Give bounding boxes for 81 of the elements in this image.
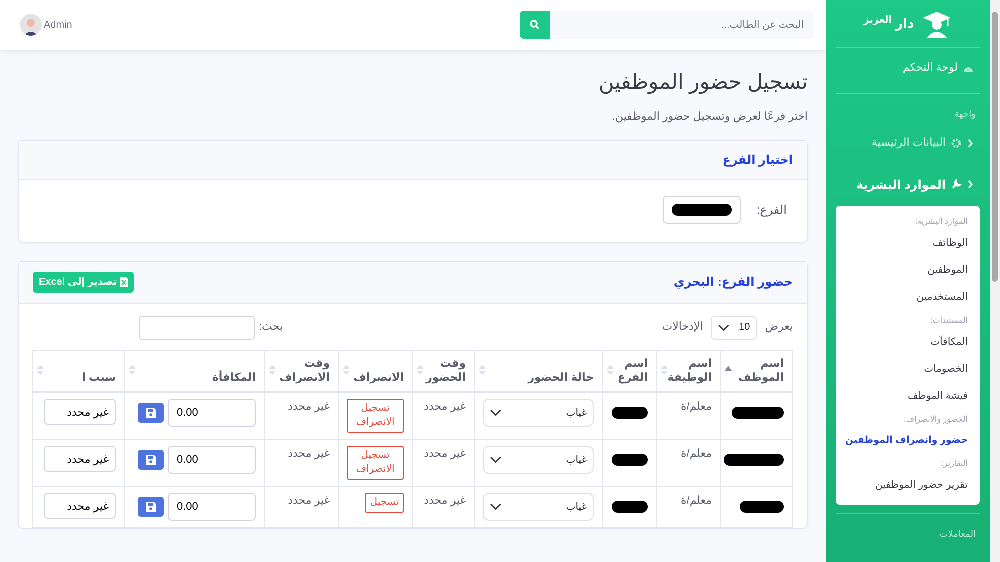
column-header[interactable]: اسم الفرع (602, 350, 656, 392)
status-select[interactable]: غياب (483, 493, 594, 522)
entries-select[interactable]: 10 (711, 316, 758, 340)
checkout-button[interactable]: تسجيل الانصراف (347, 399, 404, 434)
search-field[interactable]: البحث عن الطالب... (550, 11, 814, 39)
submenu-heading: المستندات: (930, 314, 969, 326)
search-icon (530, 20, 540, 30)
card-title: حضور الفرع: البحري (674, 274, 793, 292)
submenu-link[interactable]: فيشة الموظف (836, 382, 980, 410)
table-cell: معلم/ة (681, 401, 712, 414)
scrollbar-thumb[interactable] (992, 12, 998, 282)
redaction-mark (740, 501, 784, 514)
column-header[interactable]: حالة الحضور (474, 350, 602, 392)
column-header[interactable]: سبب ا (32, 350, 124, 392)
page-title: تسجيل حضور الموظفين (598, 70, 808, 96)
column-header[interactable]: وقت الحضور (412, 350, 474, 392)
branch-select[interactable] (662, 196, 741, 224)
wrench-icon (951, 179, 962, 190)
redaction-mark (612, 454, 648, 466)
table-cell: معلم/ة (681, 448, 712, 460)
table-cell: معلم/ة (681, 495, 712, 508)
scrollbar[interactable] (990, 0, 1000, 562)
column-header[interactable]: اسم الموظف (720, 350, 792, 392)
checkout-button[interactable]: تسجيل الانصراف (347, 446, 404, 480)
submenu-link[interactable]: الوظائف (836, 230, 980, 256)
save-button[interactable] (138, 403, 164, 424)
redaction-mark (732, 407, 784, 420)
table-cell: غير محدد (424, 495, 466, 508)
submenu-link[interactable]: الخصومات (836, 356, 980, 382)
submenu-heading: الموارد البشرية: (914, 216, 969, 228)
gear-icon (951, 138, 962, 149)
field-label: الفرع: (756, 202, 787, 219)
save-icon (146, 408, 156, 418)
submenu-heading: الحضور والانصراف: (903, 414, 969, 426)
reason-field[interactable]: غير محدد (44, 399, 116, 426)
save-button[interactable] (138, 497, 164, 518)
redaction-mark (724, 454, 784, 466)
checkout-button[interactable]: تسجيل (365, 493, 404, 514)
reason-field[interactable]: غير محدد (44, 493, 116, 520)
column-header[interactable]: الانصراف (338, 350, 412, 392)
save-button[interactable] (138, 450, 164, 470)
table-cell: غير محدد (424, 401, 466, 414)
chevron-icon (967, 180, 974, 189)
redaction-mark (612, 407, 648, 420)
length-label: الإدخالات (662, 320, 704, 336)
table-cell: غير محدد (288, 495, 330, 508)
table-cell: غير محدد (288, 448, 330, 460)
submenu-heading: التقارير: (940, 458, 969, 470)
table-cell: غير محدد (288, 401, 330, 414)
search-label: بحث: (259, 320, 284, 336)
redaction-mark (672, 204, 732, 216)
submenu-link[interactable]: حضور وانصراف الموظفين (836, 428, 980, 454)
submenu-link[interactable]: الموظفين (836, 256, 980, 284)
column-header[interactable]: اسم الوظيفة (656, 350, 720, 392)
user-name[interactable]: Admin (44, 18, 72, 32)
submenu-link[interactable]: المستخدمين (836, 284, 980, 310)
column-header[interactable]: المكافأة (124, 350, 264, 392)
bonus-field[interactable]: 0.00 (168, 399, 256, 428)
bonus-field[interactable]: 0.00 (168, 493, 256, 522)
save-icon (146, 455, 156, 466)
status-select[interactable]: غياب (483, 446, 594, 474)
reason-field[interactable]: غير محدد (44, 446, 116, 472)
page-subtitle: اختر فرعًا لعرض وتسجيل حضور الموظفين. (611, 110, 808, 126)
submenu-link[interactable]: المكافآت (836, 328, 980, 356)
column-header[interactable]: وقت الانصراف (264, 350, 338, 392)
section-heading: المعاملات (938, 528, 977, 541)
save-icon (146, 502, 156, 512)
table-cell: غير محدد (424, 448, 466, 460)
redaction-mark (612, 501, 648, 514)
length-label: يعرض (765, 320, 793, 336)
spreadsheet-icon (120, 277, 128, 288)
section-heading: واجهة (954, 108, 977, 122)
brand-name: دار $^{العزيز}$ (864, 14, 914, 34)
status-select[interactable]: غياب (483, 399, 594, 428)
table-search-field[interactable] (139, 316, 255, 340)
avatar-icon (20, 14, 42, 36)
card-title: اختيار الفرع (722, 152, 793, 169)
chevron-icon (967, 138, 974, 148)
bonus-field[interactable]: 0.00 (168, 446, 256, 474)
graduate-icon (922, 10, 952, 38)
submenu-link[interactable]: تقرير حضور الموظفين (836, 472, 980, 499)
